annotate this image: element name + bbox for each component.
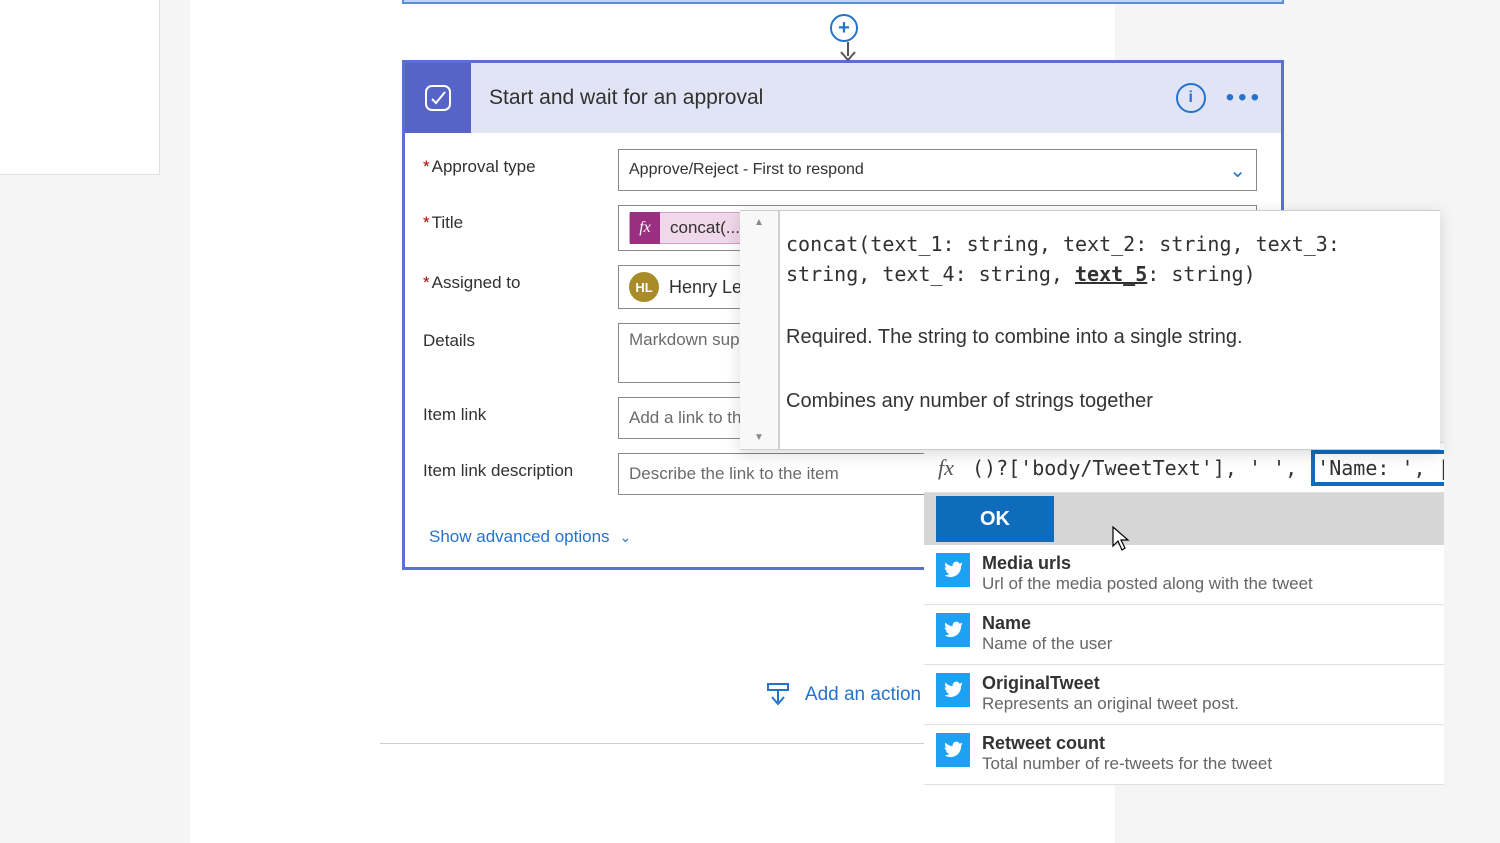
approval-icon bbox=[405, 63, 471, 133]
label-item-link-desc: Item link description bbox=[423, 453, 618, 481]
fx-icon: fx bbox=[630, 212, 660, 244]
dyn-desc: Represents an original tweet post. bbox=[982, 694, 1432, 714]
insert-step-button[interactable]: + bbox=[830, 14, 858, 42]
prev-step-edge bbox=[402, 0, 1284, 4]
approval-type-value: Approve/Reject - First to respond bbox=[629, 161, 864, 179]
dyn-desc: Url of the media posted along with the t… bbox=[982, 574, 1432, 594]
expression-input-row[interactable]: fx ()?['body/TweetText'], ' ', 'Name: ',… bbox=[924, 443, 1444, 493]
show-advanced-label: Show advanced options bbox=[429, 527, 610, 547]
twitter-icon bbox=[936, 733, 970, 767]
chevron-down-icon: ⌄ bbox=[620, 529, 632, 546]
card-title: Start and wait for an approval bbox=[489, 86, 1176, 110]
dyn-title: Name bbox=[982, 613, 1432, 634]
dyn-title: OriginalTweet bbox=[982, 673, 1432, 694]
label-details: Details bbox=[423, 323, 618, 351]
add-action-icon bbox=[765, 682, 791, 708]
fx-icon: fx bbox=[924, 455, 968, 481]
card-header[interactable]: Start and wait for an approval i ••• bbox=[405, 63, 1281, 133]
label-assigned-to: Assigned to bbox=[423, 265, 618, 293]
function-description: Combines any number of strings together bbox=[786, 383, 1418, 419]
left-panel-stub bbox=[0, 0, 160, 175]
param-description: Required. The string to combine into a s… bbox=[786, 319, 1418, 355]
ok-row: OK bbox=[924, 493, 1444, 545]
dyn-title: Media urls bbox=[982, 553, 1432, 574]
current-param-highlight: 'Name: ', | bbox=[1311, 450, 1444, 486]
intellisense-tooltip: ▲ ▼ concat(text_1: string, text_2: strin… bbox=[740, 210, 1440, 450]
avatar: HL bbox=[629, 272, 659, 302]
function-signature: concat(text_1: string, text_2: string, t… bbox=[786, 229, 1418, 289]
mouse-cursor bbox=[1112, 526, 1130, 552]
twitter-icon bbox=[936, 673, 970, 707]
info-icon[interactable]: i bbox=[1176, 83, 1206, 113]
add-action-label: Add an action bbox=[805, 684, 921, 706]
tooltip-scrollbar[interactable]: ▲ ▼ bbox=[740, 211, 780, 449]
twitter-icon bbox=[936, 553, 970, 587]
dynamic-content-list: Media urls Url of the media posted along… bbox=[924, 545, 1444, 785]
approval-type-select[interactable]: Approve/Reject - First to respond ⌄ bbox=[618, 149, 1257, 191]
ok-button[interactable]: OK bbox=[936, 496, 1054, 542]
add-action-button[interactable]: Add an action bbox=[765, 682, 921, 708]
dynamic-item-originaltweet[interactable]: OriginalTweet Represents an original twe… bbox=[924, 665, 1444, 725]
dynamic-item-retweet-count[interactable]: Retweet count Total number of re-tweets … bbox=[924, 725, 1444, 785]
chevron-down-icon: ⌄ bbox=[1229, 158, 1246, 183]
expression-input[interactable]: ()?['body/TweetText'], ' ', 'Name: ', | bbox=[968, 450, 1444, 486]
show-advanced-link[interactable]: Show advanced options ⌄ bbox=[429, 527, 631, 547]
more-menu-icon[interactable]: ••• bbox=[1226, 84, 1263, 112]
label-approval-type: Approval type bbox=[423, 149, 618, 177]
dynamic-item-name[interactable]: Name Name of the user bbox=[924, 605, 1444, 665]
dyn-desc: Total number of re-tweets for the tweet bbox=[982, 754, 1432, 774]
dynamic-item-media-urls[interactable]: Media urls Url of the media posted along… bbox=[924, 545, 1444, 605]
expression-panel: fx ()?['body/TweetText'], ' ', 'Name: ',… bbox=[924, 442, 1444, 785]
item-link-desc-placeholder: Describe the link to the item bbox=[629, 464, 839, 484]
dyn-title: Retweet count bbox=[982, 733, 1432, 754]
dyn-desc: Name of the user bbox=[982, 634, 1432, 654]
label-title: Title bbox=[423, 205, 618, 233]
label-item-link: Item link bbox=[423, 397, 618, 425]
twitter-icon bbox=[936, 613, 970, 647]
